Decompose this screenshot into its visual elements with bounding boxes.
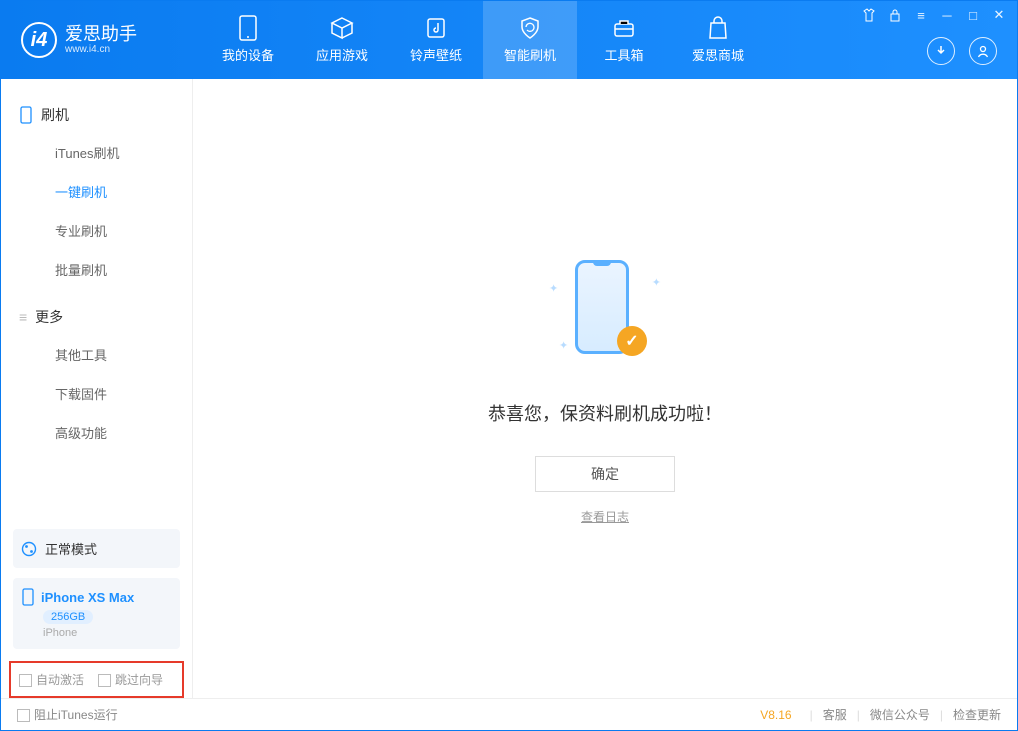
menu-icon[interactable]: ≡ bbox=[913, 7, 929, 23]
app-name: 爱思助手 bbox=[65, 25, 137, 45]
sidebar-item-download-firmware[interactable]: 下载固件 bbox=[1, 374, 192, 413]
tab-store[interactable]: 爱思商城 bbox=[671, 1, 765, 79]
sidebar-item-itunes-flash[interactable]: iTunes刷机 bbox=[1, 133, 192, 172]
tab-label: 应用游戏 bbox=[316, 45, 368, 64]
view-log-link[interactable]: 查看日志 bbox=[581, 508, 629, 525]
tab-apps-games[interactable]: 应用游戏 bbox=[295, 1, 389, 79]
checkbox-auto-activate[interactable]: 自动激活 bbox=[19, 671, 84, 688]
phone-icon bbox=[19, 106, 33, 124]
download-button[interactable] bbox=[927, 37, 955, 65]
footer-link-wechat[interactable]: 微信公众号 bbox=[870, 706, 930, 723]
sidebar-item-advanced[interactable]: 高级功能 bbox=[1, 413, 192, 452]
toolbox-icon bbox=[612, 16, 636, 40]
ok-button[interactable]: 确定 bbox=[535, 456, 675, 492]
tab-label: 爱思商城 bbox=[692, 45, 744, 64]
checkbox-skip-wizard[interactable]: 跳过向导 bbox=[98, 671, 163, 688]
list-icon: ≡ bbox=[19, 309, 27, 325]
tab-label: 我的设备 bbox=[222, 45, 274, 64]
success-message: 恭喜您，保资料刷机成功啦！ bbox=[488, 400, 722, 426]
footer-link-support[interactable]: 客服 bbox=[823, 706, 847, 723]
tab-label: 智能刷机 bbox=[504, 45, 556, 64]
tab-label: 铃声壁纸 bbox=[410, 45, 462, 64]
lock-icon[interactable] bbox=[887, 7, 903, 23]
device-card[interactable]: iPhone XS Max 256GB iPhone bbox=[13, 578, 180, 649]
sidebar-section-more: ≡ 更多 bbox=[1, 299, 192, 335]
maximize-button[interactable]: □ bbox=[965, 7, 981, 23]
minimize-button[interactable]: ─ bbox=[939, 7, 955, 23]
sidebar-item-oneclick-flash[interactable]: 一键刷机 bbox=[1, 172, 192, 211]
sidebar-section-flash: 刷机 bbox=[1, 97, 192, 133]
sparkle-icon: ✦ bbox=[549, 282, 558, 295]
status-icon bbox=[21, 541, 37, 557]
sidebar-item-other-tools[interactable]: 其他工具 bbox=[1, 335, 192, 374]
tab-label: 工具箱 bbox=[604, 45, 643, 64]
tab-smart-flash[interactable]: 智能刷机 bbox=[483, 1, 577, 79]
app-domain: www.i4.cn bbox=[65, 44, 137, 55]
user-button[interactable] bbox=[969, 37, 997, 65]
sidebar-item-batch-flash[interactable]: 批量刷机 bbox=[1, 250, 192, 289]
device-icon bbox=[21, 588, 35, 606]
highlighted-options-box: 自动激活 跳过向导 bbox=[9, 661, 184, 698]
logo-icon: i4 bbox=[21, 22, 57, 58]
shopping-bag-icon bbox=[706, 16, 730, 40]
close-button[interactable]: ✕ bbox=[991, 7, 1007, 23]
cube-icon bbox=[330, 16, 354, 40]
version-label: V8.16 bbox=[760, 708, 791, 722]
footer-link-check-update[interactable]: 检查更新 bbox=[953, 706, 1001, 723]
music-icon bbox=[424, 16, 448, 40]
sidebar-item-pro-flash[interactable]: 专业刷机 bbox=[1, 211, 192, 250]
app-logo: i4 爱思助手 www.i4.cn bbox=[1, 22, 201, 58]
tab-ringtones-wallpaper[interactable]: 铃声壁纸 bbox=[389, 1, 483, 79]
success-illustration: ✦ ✦ ✦ ✓ bbox=[545, 252, 665, 372]
device-type: iPhone bbox=[43, 627, 172, 639]
tab-my-device[interactable]: 我的设备 bbox=[201, 1, 295, 79]
sparkle-icon: ✦ bbox=[652, 276, 661, 289]
device-icon bbox=[236, 16, 260, 40]
device-capacity: 256GB bbox=[43, 610, 93, 624]
checkmark-icon: ✓ bbox=[617, 326, 647, 356]
device-name-text: iPhone XS Max bbox=[41, 590, 134, 605]
shirt-icon[interactable] bbox=[861, 7, 877, 23]
tab-toolbox[interactable]: 工具箱 bbox=[577, 1, 671, 79]
checkbox-block-itunes[interactable]: 阻止iTunes运行 bbox=[17, 706, 118, 723]
sparkle-icon: ✦ bbox=[559, 339, 568, 352]
shield-refresh-icon bbox=[518, 16, 542, 40]
device-mode-status[interactable]: 正常模式 bbox=[13, 529, 180, 568]
